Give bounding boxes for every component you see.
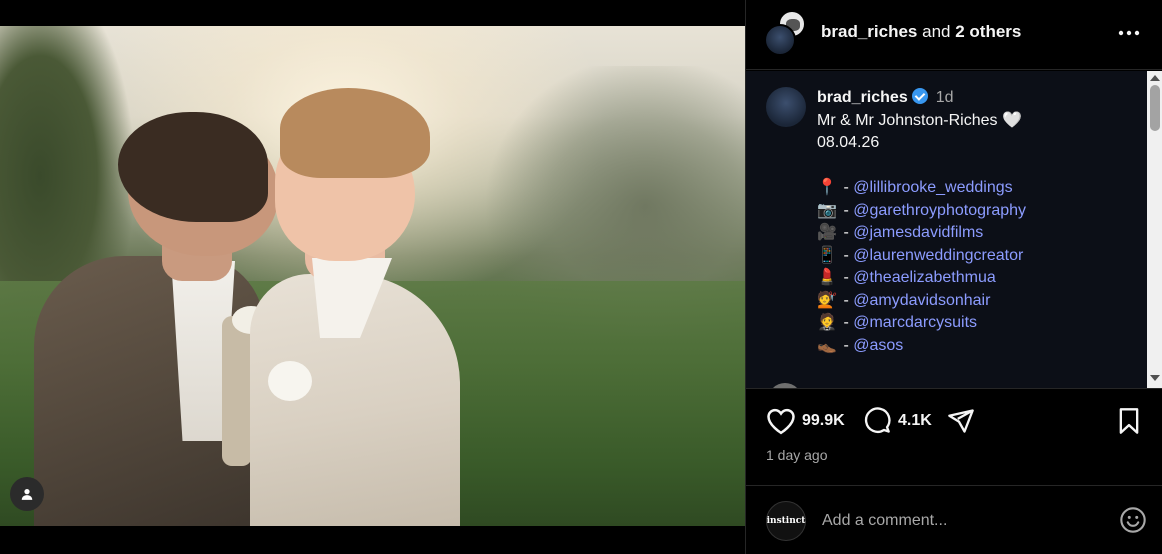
avatar [764,24,796,56]
collab-avatars[interactable] [764,10,808,56]
credit-handle-link[interactable]: @jamesdavidfilms [853,224,983,241]
caption-blank [817,155,1137,178]
caption-credit-line: 👞 - @asos [817,335,1137,358]
verified-badge-icon [911,88,928,104]
more-horizontal-icon [1118,30,1140,36]
credit-handle-link[interactable]: @laurenweddingcreator [853,247,1023,264]
credit-emoji-icon: 🎥 [817,224,837,241]
like-button[interactable]: 99.9K [766,407,845,435]
save-button[interactable] [1116,407,1142,435]
credit-dash: - [839,291,854,309]
caption-body: brad_riches 1d Mr & Mr Johnston-Riches 🤍 … [817,87,1137,357]
share-icon [948,409,974,433]
credit-dash: - [839,201,854,219]
credit-handle-link[interactable]: @garethroyphotography [853,202,1026,219]
credit-handle-link[interactable]: @lillibrooke_weddings [853,179,1012,196]
post-timestamp[interactable]: 1 day ago [766,447,828,463]
credit-emoji-icon: 🤵 [817,314,837,331]
credit-dash: - [839,336,854,354]
share-button[interactable] [946,407,976,435]
comment-input[interactable] [822,508,1092,534]
bookmark-icon [1119,408,1139,434]
header-others[interactable]: 2 others [955,22,1021,41]
credit-dash: - [839,246,854,264]
emoji-button[interactable] [1119,506,1147,534]
caption-credit-line: 🤵 - @marcdarcysuits [817,312,1137,335]
post-authors: brad_riches and 2 others [821,22,1021,42]
caption-time[interactable]: 1d [936,89,954,106]
groom-right-hair [280,88,430,178]
scroll-down-arrow-icon[interactable] [1150,375,1160,381]
credit-emoji-icon: 👞 [817,336,837,354]
credit-emoji-icon: 💄 [817,269,837,286]
scroll-up-arrow-icon[interactable] [1150,75,1160,81]
credit-emoji-icon: 📍 [817,179,837,196]
caption-credit-line: 📷 - @garethroyphotography [817,200,1137,223]
caption-line-1: Mr & Mr Johnston-Riches 🤍 [817,111,1022,129]
avatar[interactable]: instinct [766,501,806,541]
header-username[interactable]: brad_riches [821,22,917,41]
buttonhole-flower-right [268,361,312,401]
credit-dash: - [839,179,854,196]
caption-credit-line: 🎥 - @jamesdavidfilms [817,222,1137,245]
caption-credit-line: 💄 - @theaelizabethmua [817,267,1137,290]
groom-left-hair [118,112,268,222]
like-count[interactable]: 99.9K [802,412,845,430]
credit-dash: - [839,269,854,286]
groom-left-tie [222,316,252,466]
credit-dash: - [839,224,854,241]
avatar[interactable] [766,87,806,127]
caption-line-2: 08.04.26 [817,134,880,151]
credit-handle-link[interactable]: @asos [853,337,903,354]
credit-emoji-icon: 📱 [817,246,837,264]
tagged-users-button[interactable] [10,477,44,511]
photo-pane [0,0,745,554]
credit-handle-link[interactable]: @amydavidsonhair [853,292,990,309]
caption-username[interactable]: brad_riches [817,89,908,106]
credit-handle-link[interactable]: @theaelizabethmua [853,269,996,286]
caption-scrollbar[interactable] [1147,71,1162,388]
caption-credit-line: 📍 - @lillibrooke_weddings [817,177,1137,200]
post-header: brad_riches and 2 others [746,0,1162,70]
caption-credit-line: 📱 - @laurenweddingcreator [817,245,1137,268]
caption-credit-line: 💇 - @amydavidsonhair [817,290,1137,313]
comment-count[interactable]: 4.1K [898,412,932,430]
user-icon [21,489,33,500]
header-and: and [922,22,951,41]
comment-bar: instinct [746,485,1162,554]
comment-button[interactable]: 4.1K [862,407,932,435]
scrollbar-thumb[interactable] [1150,85,1160,131]
credit-emoji-icon: 📷 [817,201,837,219]
post-actions: 99.9K 4.1K 1 day ago [746,388,1162,478]
caption-area[interactable]: brad_riches 1d Mr & Mr Johnston-Riches 🤍 … [746,71,1147,388]
caption-credits: 📍 - @lillibrooke_weddings 📷 - @garethroyp… [817,177,1137,357]
credit-emoji-icon: 💇 [817,291,837,309]
post-photo[interactable] [0,26,745,526]
more-options-button[interactable] [1115,20,1143,46]
heart-icon [767,408,795,435]
post-side-panel: brad_riches and 2 others brad_riches 1d M… [745,0,1162,554]
comment-icon [864,407,891,433]
credit-handle-link[interactable]: @marcdarcysuits [853,314,977,331]
smiley-icon [1120,507,1146,533]
credit-dash: - [839,314,854,331]
